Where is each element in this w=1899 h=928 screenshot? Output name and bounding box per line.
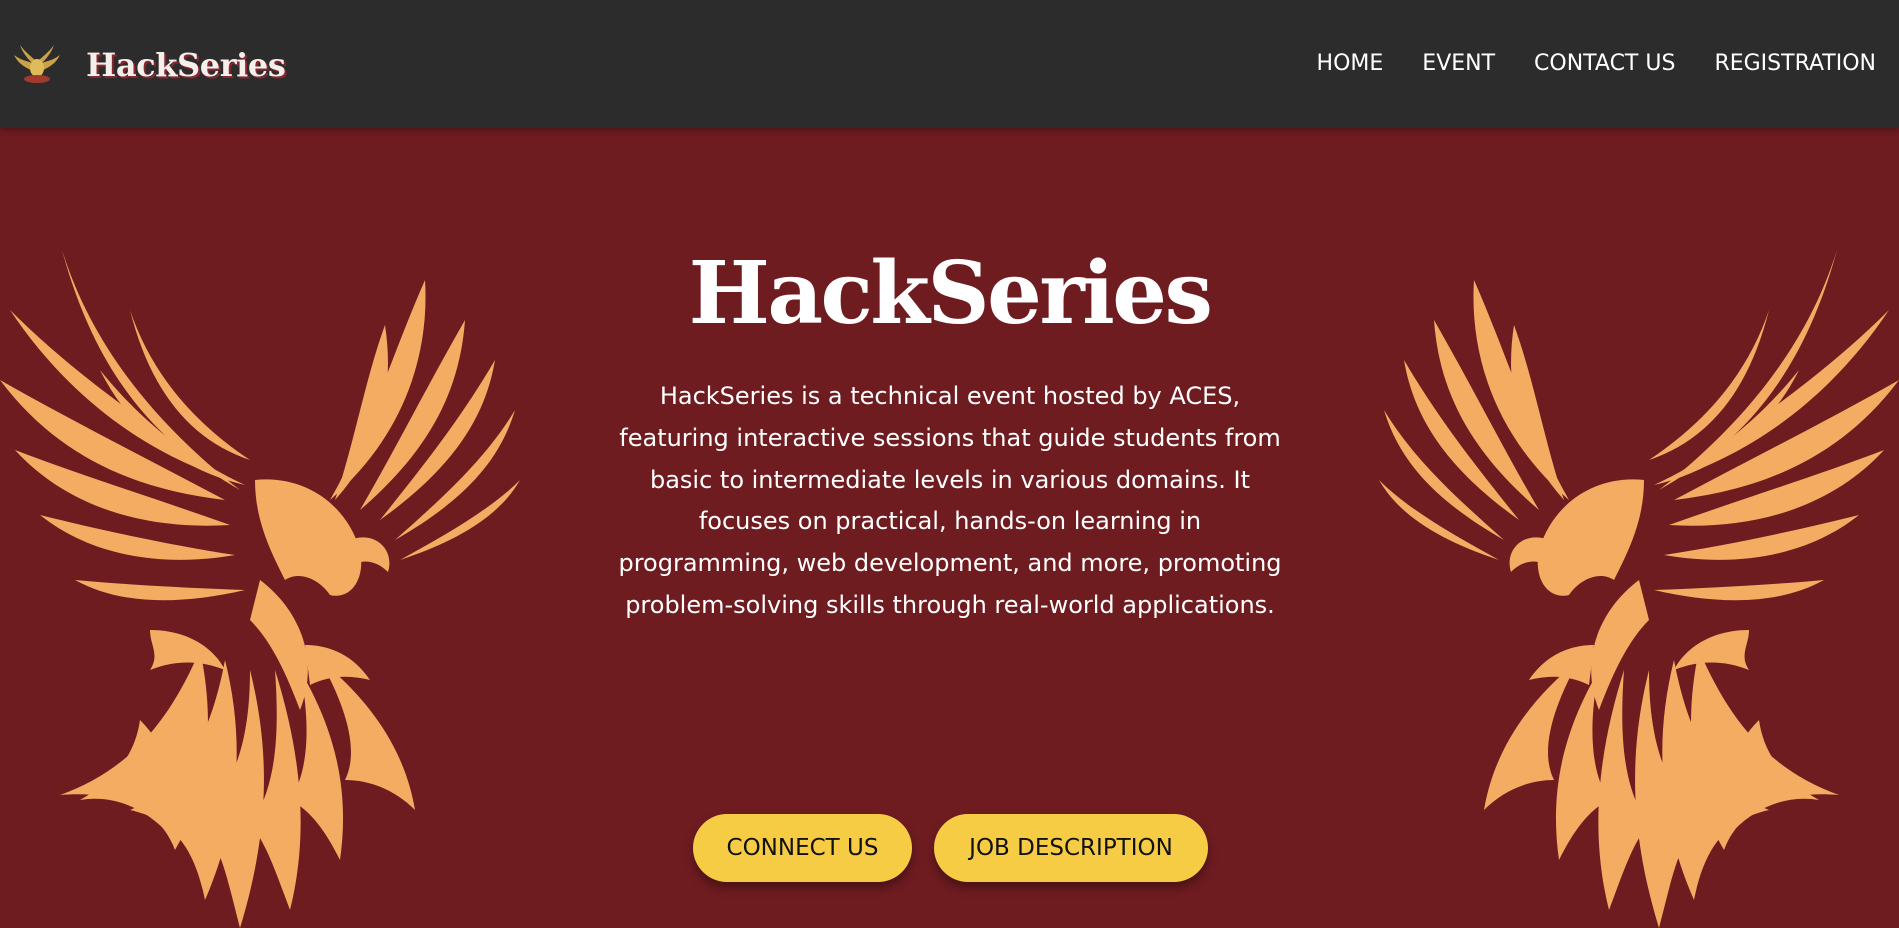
nav-registration-link[interactable]: REGISTRATION [1714,46,1876,82]
phoenix-emblem-icon [14,45,60,83]
hero-description: HackSeries is a technical event hosted b… [618,382,1282,619]
job-description-button[interactable]: JOB DESCRIPTION [934,814,1208,882]
nav-home-link[interactable]: HOME [1317,46,1384,82]
connect-us-button[interactable]: CONNECT US [693,814,912,882]
cta-buttons: CONNECT US JOB DESCRIPTION [0,814,1899,882]
main-nav: HOME EVENT CONTACT US REGISTRATION [1317,46,1876,82]
brand-name: HackSeries [86,46,286,84]
hero-title: HackSeries [688,243,1213,344]
brand[interactable]: HackSeries [12,41,286,89]
nav-contact-us-link[interactable]: CONTACT US [1534,46,1675,82]
top-navigation-bar: HackSeries HOME EVENT CONTACT US REGISTR… [0,0,1899,128]
nav-event-link[interactable]: EVENT [1422,46,1495,82]
